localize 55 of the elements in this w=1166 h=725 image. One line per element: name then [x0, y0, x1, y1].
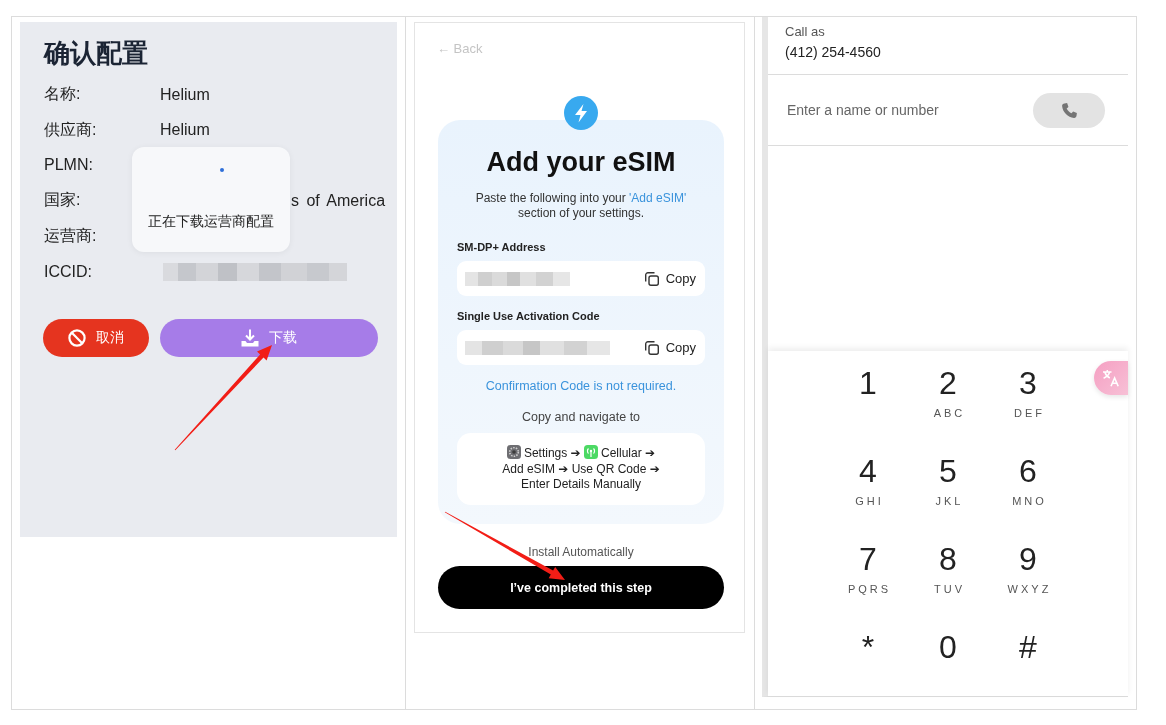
phone-icon — [1061, 102, 1077, 118]
path-step: Use QR Code ➔ — [571, 461, 660, 476]
keypad-key[interactable]: 0 — [908, 629, 988, 689]
field-value: Helium — [160, 121, 210, 140]
intro-text: Paste the following into your 'Add eSIM' section of your settings. — [474, 191, 688, 221]
path-step: Cellular ➔ — [601, 446, 656, 461]
keypad-key[interactable]: # — [988, 629, 1068, 689]
keypad-key[interactable]: 2 ABC — [908, 365, 988, 425]
field-label: SM-DP+ Address — [457, 240, 546, 254]
keypad-key[interactable]: 1 — [828, 365, 908, 425]
copy-button[interactable]: Copy — [644, 340, 696, 355]
field-value: s of America — [291, 191, 386, 210]
loading-dot-icon — [220, 168, 224, 172]
path-step: Add eSIM ➔ — [502, 461, 569, 476]
keypad-key[interactable]: 4 GHI — [828, 453, 908, 513]
field-label: Single Use Activation Code — [457, 309, 600, 323]
field-label: 供应商: — [44, 119, 98, 140]
translate-icon — [1102, 369, 1120, 387]
number-input[interactable]: Enter a name or number — [787, 102, 987, 118]
loading-message: 正在下载运营商配置 — [148, 212, 274, 230]
copy-button[interactable]: Copy — [644, 271, 696, 286]
field-label: 运营商: — [44, 225, 98, 246]
screen-title: 确认配置 — [44, 37, 148, 69]
copy-icon — [644, 340, 659, 355]
code-field[interactable]: Copy — [457, 330, 705, 365]
code-field[interactable]: Copy — [457, 261, 705, 296]
navigate-label: Copy and navigate to — [520, 409, 642, 425]
path-step: Enter Details Manually — [520, 477, 642, 492]
keypad-key[interactable]: 3 DEF — [988, 365, 1068, 425]
keypad-key[interactable]: 6 MNO — [988, 453, 1068, 513]
field-label: ICCID: — [44, 262, 93, 281]
keypad-key[interactable]: 9 WXYZ — [988, 541, 1068, 601]
field-label: 名称: — [44, 84, 82, 105]
lightning-icon — [564, 96, 598, 130]
antenna-icon — [584, 445, 598, 460]
field-value: Helium — [160, 85, 210, 104]
install-automatically-link[interactable]: Install Automatically — [528, 544, 634, 560]
path-step: Settings ➔ — [523, 446, 581, 461]
confirmation-note: Confirmation Code is not required. — [484, 378, 678, 394]
gear-icon — [506, 445, 521, 460]
keypad-key[interactable]: * — [828, 629, 908, 689]
call-as-number: (412) 254-4560 — [785, 43, 881, 62]
download-icon — [241, 329, 259, 348]
copy-icon — [644, 271, 659, 286]
cancel-button[interactable]: 取消 — [43, 319, 149, 358]
esim-title: Add your eSIM — [485, 146, 677, 178]
field-label: 国家: — [44, 190, 82, 211]
completed-step-button[interactable]: I’ve completed this step — [438, 566, 724, 609]
prohibited-icon — [68, 329, 86, 348]
keypad-key[interactable]: 5 JKL — [908, 453, 988, 513]
call-button[interactable] — [1033, 92, 1105, 128]
field-label: PLMN: — [44, 156, 94, 175]
keypad-key[interactable]: 7 PQRS — [828, 541, 908, 601]
call-as-label: Call as — [785, 24, 825, 40]
keypad-key[interactable]: 8 TUV — [908, 541, 988, 601]
